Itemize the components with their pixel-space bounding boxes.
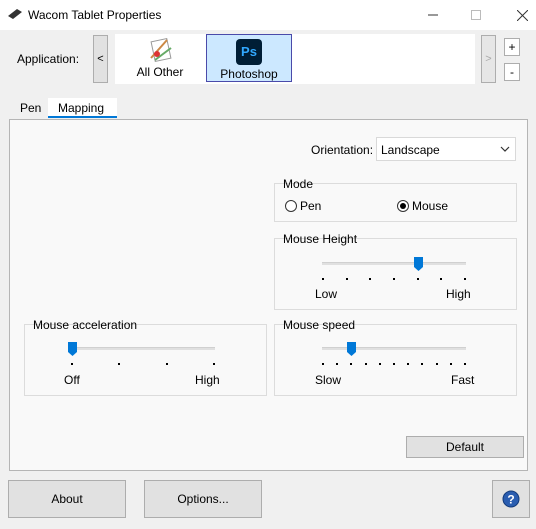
slider-tick [450, 363, 452, 365]
close-button[interactable] [499, 0, 536, 30]
options-button[interactable]: Options... [144, 480, 262, 518]
chevron-down-icon [500, 146, 510, 152]
app-item-label: Photoshop [220, 67, 278, 81]
mode-option-pen[interactable]: Pen [285, 199, 321, 213]
slider-tick [421, 363, 423, 365]
slider-tick [365, 363, 367, 365]
orientation-select[interactable]: Landscape [376, 137, 516, 161]
mode-option-label: Pen [300, 199, 322, 213]
chevron-right-icon: > [485, 53, 492, 65]
slider-tick [393, 278, 395, 280]
slider-tick [336, 363, 338, 365]
maximize-icon [471, 10, 481, 20]
app-prev-button[interactable]: < [93, 35, 108, 83]
slider-tick [350, 363, 352, 365]
minimize-icon [428, 14, 438, 16]
app-item-label: All Other [136, 65, 184, 79]
photoshop-icon: Ps [236, 39, 262, 65]
svg-text:?: ? [507, 493, 514, 507]
chevron-left-icon: < [97, 53, 104, 65]
tab-pen[interactable]: Pen [14, 98, 47, 118]
about-button[interactable]: About [8, 480, 126, 518]
slider-thumb[interactable] [414, 257, 423, 271]
slider-thumb[interactable] [68, 342, 77, 356]
all-other-apps-icon [150, 37, 172, 63]
slider-tick [393, 363, 395, 365]
application-list: All Other Ps Photoshop [115, 34, 475, 84]
mouse-acceleration-slider[interactable] [68, 342, 215, 366]
tab-mapping[interactable]: Mapping [48, 98, 117, 118]
slider-max-label: High [446, 287, 471, 301]
app-item-photoshop[interactable]: Ps Photoshop [206, 34, 292, 82]
mode-option-mouse[interactable]: Mouse [397, 199, 448, 213]
help-button[interactable]: ? [492, 480, 530, 518]
slider-track[interactable] [322, 347, 466, 350]
slider-tick [464, 363, 466, 365]
slider-tick [118, 363, 120, 365]
help-icon: ? [502, 490, 520, 508]
slider-tick [71, 363, 73, 365]
radio-button[interactable] [397, 200, 409, 212]
slider-tick [346, 278, 348, 280]
slider-max-label: Fast [451, 373, 475, 387]
maximize-button[interactable] [453, 0, 499, 30]
wacom-tablet-icon [8, 9, 22, 19]
slider-tick [166, 363, 168, 365]
minus-icon: - [510, 65, 514, 79]
slider-tick [436, 363, 438, 365]
default-button[interactable]: Default [406, 436, 524, 458]
slider-tick [379, 363, 381, 365]
slider-min-label: Off [64, 373, 80, 387]
title-bar: Wacom Tablet Properties [0, 0, 536, 30]
slider-tick [322, 278, 324, 280]
slider-thumb[interactable] [347, 342, 356, 356]
slider-tick [417, 278, 419, 280]
mouse-height-title: Mouse Height [283, 232, 358, 246]
plus-icon: + [508, 40, 516, 54]
slider-track[interactable] [322, 262, 466, 265]
slider-tick [369, 278, 371, 280]
slider-max-label: High [195, 373, 220, 387]
slider-tick [440, 278, 442, 280]
mouse-height-slider[interactable] [322, 257, 466, 281]
remove-application-button[interactable]: - [504, 63, 520, 81]
app-item-all-other[interactable]: All Other [129, 34, 191, 82]
app-next-button[interactable]: > [481, 35, 496, 83]
slider-tick [464, 278, 466, 280]
window-title: Wacom Tablet Properties [28, 8, 162, 22]
slider-track[interactable] [71, 347, 215, 350]
radio-button[interactable] [285, 200, 297, 212]
mouse-speed-slider[interactable] [322, 342, 466, 366]
add-application-button[interactable]: + [504, 38, 520, 56]
mode-option-label: Mouse [412, 199, 449, 213]
minimize-button[interactable] [410, 0, 456, 30]
orientation-value: Landscape [381, 143, 440, 157]
slider-tick [213, 363, 215, 365]
slider-min-label: Slow [315, 373, 342, 387]
orientation-label: Orientation: [311, 143, 374, 157]
slider-tick [407, 363, 409, 365]
mode-group-title: Mode [283, 177, 314, 191]
slider-tick [322, 363, 324, 365]
application-label: Application: [17, 52, 80, 66]
mouse-speed-title: Mouse speed [283, 318, 356, 332]
mouse-acceleration-title: Mouse acceleration [33, 318, 138, 332]
close-icon [516, 9, 528, 21]
slider-min-label: Low [315, 287, 338, 301]
